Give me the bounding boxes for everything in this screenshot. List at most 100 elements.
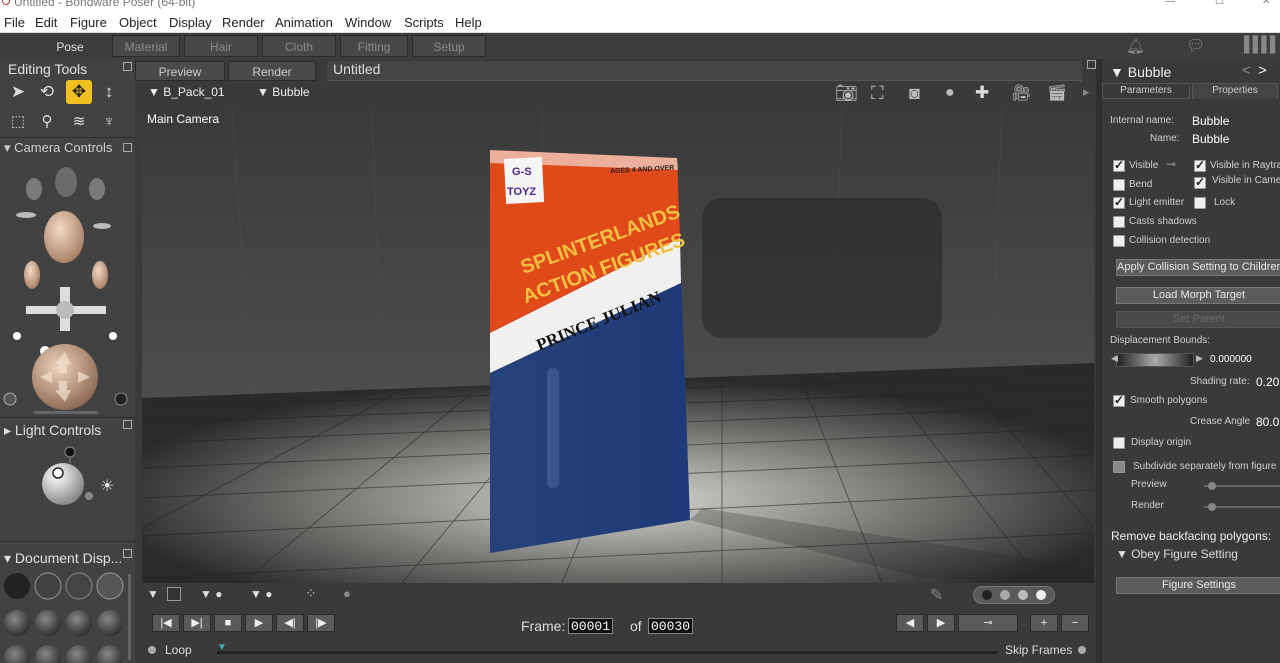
figure-style-dropdown[interactable]: ▼ ● xyxy=(250,587,272,601)
play-button[interactable]: ▶ xyxy=(245,614,273,632)
casts-shadows-checkbox[interactable] xyxy=(1113,216,1125,228)
light-emitter-checkbox[interactable] xyxy=(1113,195,1125,209)
tab-render[interactable]: Render xyxy=(228,61,316,81)
tracking-dropdown[interactable]: ▼ xyxy=(147,587,159,601)
collision-detection-checkbox[interactable] xyxy=(1113,235,1125,247)
smooth-polygons-checkbox[interactable] xyxy=(1113,393,1125,407)
set-parent-button[interactable]: Set Parent xyxy=(1116,311,1280,328)
shading-rate-value[interactable]: 0.20 xyxy=(1256,375,1279,389)
scale-tool-icon[interactable]: ⬚ xyxy=(5,110,31,134)
displacement-value[interactable]: 0.000000 xyxy=(1210,354,1252,365)
prev-arrow-icon[interactable]: < xyxy=(1242,62,1251,79)
cartoon-style[interactable] xyxy=(97,610,123,636)
sphere-icon[interactable]: ● xyxy=(945,84,955,102)
tab-properties[interactable]: Properties xyxy=(1192,83,1278,99)
total-frames-input[interactable]: 00030 xyxy=(648,618,694,634)
render-settings-icon[interactable]: ◙ xyxy=(909,83,920,104)
menu-object[interactable]: Object xyxy=(119,15,157,30)
menu-render[interactable]: Render xyxy=(222,15,265,30)
library-icon[interactable]: ▌▌▌▌ xyxy=(1244,36,1280,53)
face-camera-icon[interactable] xyxy=(44,211,84,263)
layout-selector[interactable] xyxy=(973,586,1055,604)
bend-checkbox[interactable] xyxy=(1113,179,1125,191)
twist-tool-icon[interactable]: ⚲ xyxy=(34,110,60,134)
light-sphere[interactable] xyxy=(42,463,84,505)
menu-file[interactable]: File xyxy=(4,15,25,30)
smooth-lined-style[interactable] xyxy=(66,645,92,663)
subdivide-preview-knob[interactable] xyxy=(1208,482,1216,490)
visible-checkbox[interactable] xyxy=(1113,158,1125,172)
camera-trackball[interactable] xyxy=(32,344,98,410)
next-arrow-icon[interactable]: > xyxy=(1258,62,1267,79)
tab-hair[interactable]: Hair xyxy=(184,35,258,57)
morph-brush-icon[interactable]: ♆ xyxy=(96,110,122,134)
go-to-start-button[interactable]: |◀ xyxy=(152,614,180,632)
obey-figure-dropdown[interactable]: ▼ Obey Figure Setting xyxy=(1116,547,1238,561)
smooth-shaded-style[interactable] xyxy=(4,645,30,663)
select-tool-icon[interactable]: ➤ xyxy=(5,80,31,104)
next-frame-button[interactable]: |▶ xyxy=(307,614,335,632)
actor-select[interactable]: ▼ Bubble xyxy=(257,85,310,99)
figure-settings-button[interactable]: Figure Settings xyxy=(1116,577,1280,594)
chat-icon[interactable]: 💬︎ xyxy=(1186,36,1205,54)
head-camera-icon[interactable] xyxy=(55,167,77,197)
ik-icon[interactable]: ✚ xyxy=(975,83,989,103)
lock-checkbox[interactable] xyxy=(1194,197,1206,209)
maximize-icon[interactable]: ☐ xyxy=(1215,0,1224,7)
flat-lined-style[interactable] xyxy=(66,610,92,636)
light-panel-menu-icon[interactable] xyxy=(123,420,132,429)
hand-right-icon[interactable] xyxy=(89,178,105,200)
translate-tool-icon[interactable]: ✥ xyxy=(66,80,92,104)
next-keyframe-button[interactable]: ▶ xyxy=(927,614,955,632)
displacement-left-arrow[interactable]: ◀ xyxy=(1111,353,1118,364)
menu-display[interactable]: Display xyxy=(169,15,212,30)
tab-setup[interactable]: Setup xyxy=(412,35,486,57)
panel-menu-icon[interactable] xyxy=(123,62,132,71)
prev-keyframe-button[interactable]: ◀ xyxy=(896,614,924,632)
menu-scripts[interactable]: Scripts xyxy=(404,15,444,30)
silhouette-style[interactable] xyxy=(4,573,30,599)
subdivide-checkbox[interactable] xyxy=(1113,461,1125,473)
display-origin-checkbox[interactable] xyxy=(1113,437,1125,449)
current-frame-input[interactable]: 00001 xyxy=(568,618,614,634)
tab-material[interactable]: Material xyxy=(112,35,180,57)
apply-collision-button[interactable]: Apply Collision Setting to Children xyxy=(1116,259,1280,276)
camera-snapshot-icon[interactable]: 📷︎ xyxy=(835,83,858,104)
crease-angle-value[interactable]: 80.0 xyxy=(1256,415,1279,429)
light-control-widget[interactable]: ☀ xyxy=(30,441,130,511)
toolbar-more-icon[interactable]: ▸ xyxy=(1083,84,1090,100)
load-morph-target-button[interactable]: Load Morph Target xyxy=(1116,287,1280,304)
timeline-slider[interactable] xyxy=(217,651,997,654)
right-hand-camera-icon[interactable] xyxy=(92,261,108,289)
left-splitter[interactable] xyxy=(135,108,142,583)
displacement-right-arrow[interactable]: ▶ xyxy=(1196,353,1203,364)
menu-edit[interactable]: Edit xyxy=(35,15,57,30)
camera-panel-menu-icon[interactable] xyxy=(123,143,132,152)
loop-radio[interactable] xyxy=(148,646,156,654)
close-icon[interactable]: ✕ xyxy=(1262,0,1270,7)
lit-wireframe-style[interactable] xyxy=(4,610,30,636)
tab-preview[interactable]: Preview xyxy=(135,61,225,81)
figure-camera-icon[interactable] xyxy=(26,287,106,331)
hidden-line-style[interactable] xyxy=(96,572,124,600)
translate-in-out-tool-icon[interactable]: ↕ xyxy=(96,80,122,104)
menu-window[interactable]: Window xyxy=(345,15,391,30)
movie-camera-icon[interactable]: 🎥︎ xyxy=(1011,83,1031,103)
document-menu-icon[interactable] xyxy=(1087,60,1096,69)
edit-keyframes-button[interactable]: ⊸ xyxy=(958,614,1018,632)
menu-figure[interactable]: Figure xyxy=(70,15,107,30)
texture-shaded-style[interactable] xyxy=(35,645,61,663)
tab-cloth[interactable]: Cloth xyxy=(262,35,336,57)
pencil-icon[interactable]: ✎ xyxy=(930,585,943,605)
visible-camera-checkbox[interactable] xyxy=(1194,175,1206,189)
figure-select[interactable]: ▼ B_Pack_01 xyxy=(148,85,225,99)
shadow-dropdown[interactable]: ▼ ● xyxy=(200,587,222,601)
delete-keyframe-button[interactable]: − xyxy=(1061,614,1089,632)
subdivide-render-knob[interactable] xyxy=(1208,503,1216,511)
outline-style[interactable] xyxy=(34,572,62,600)
display-panel-menu-icon[interactable] xyxy=(123,549,132,558)
wireframe-style[interactable] xyxy=(65,572,93,600)
prev-frame-button[interactable]: ◀| xyxy=(276,614,304,632)
minimize-icon[interactable]: — xyxy=(1165,0,1175,7)
tab-pose[interactable]: Pose xyxy=(30,35,110,57)
